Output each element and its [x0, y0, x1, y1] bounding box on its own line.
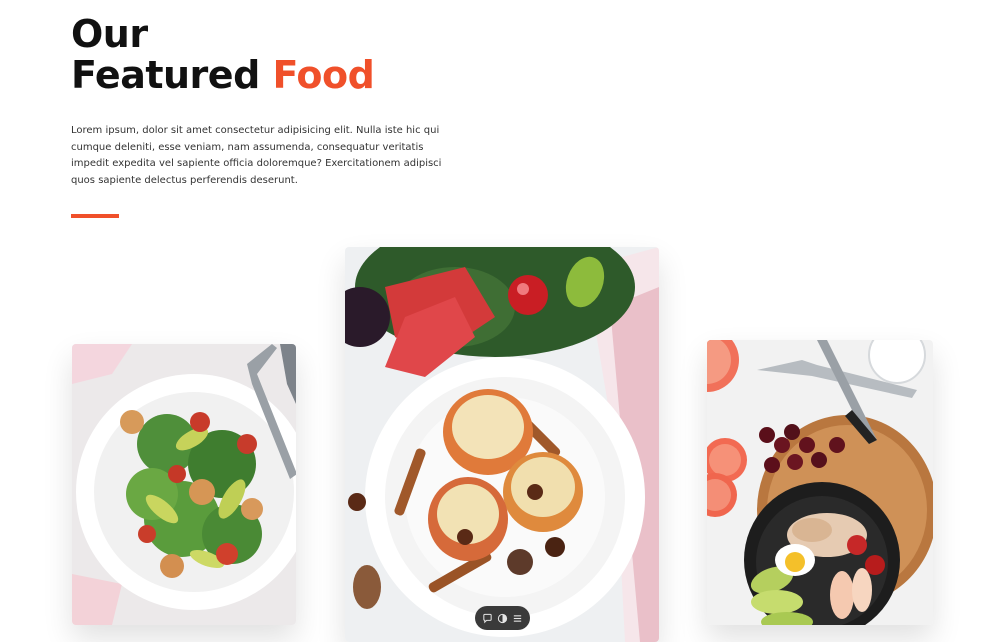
title-line-2-prefix: Featured — [71, 53, 273, 97]
food-card-poke-bowl[interactable] — [707, 340, 933, 625]
section-description: Lorem ipsum, dolor sit amet consectetur … — [71, 125, 442, 186]
comment-icon[interactable] — [481, 611, 495, 625]
baked-apples-image — [345, 247, 659, 642]
accent-divider — [71, 214, 119, 218]
section-title: Our Featured Food — [71, 12, 375, 97]
title-line-2-accent: Food — [272, 53, 375, 97]
food-card-salad[interactable] — [72, 344, 296, 625]
salad-image — [72, 344, 296, 625]
food-card-baked-apples[interactable] — [345, 247, 659, 642]
poke-bowl-image — [707, 340, 933, 625]
floating-toolbar — [475, 606, 530, 630]
menu-icon[interactable] — [511, 611, 525, 625]
contrast-icon[interactable] — [496, 611, 510, 625]
title-line-1: Our — [71, 12, 148, 56]
